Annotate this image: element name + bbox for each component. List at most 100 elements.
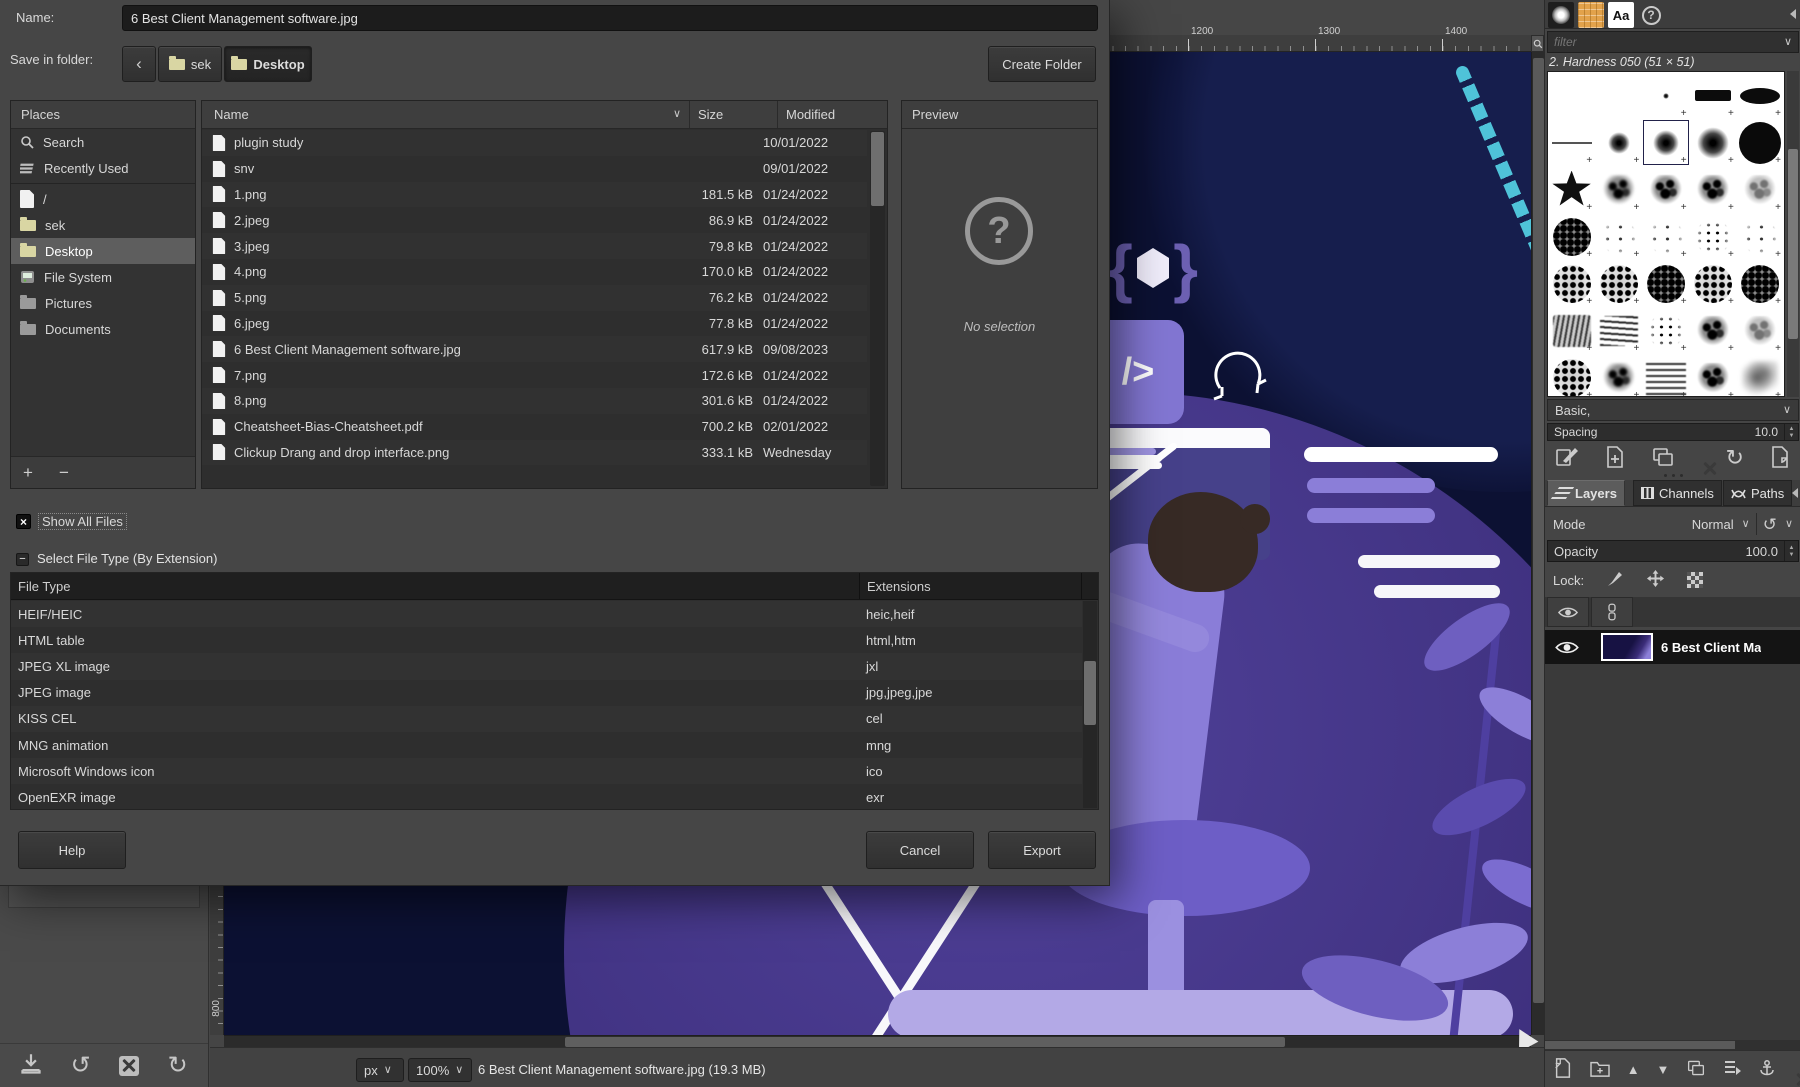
show-all-files-label[interactable]: Show All Files — [38, 513, 127, 530]
chevron-left-icon[interactable] — [1787, 488, 1798, 498]
brush-swatch[interactable] — [1737, 72, 1784, 119]
duplicate-brush-icon[interactable] — [1651, 446, 1675, 471]
brush-filter-input[interactable] — [1548, 35, 1784, 49]
file-type-row[interactable]: JPEG XL imagejxl — [11, 653, 1082, 679]
layers-scroll-thumb[interactable] — [1545, 1041, 1735, 1049]
duplicate-layer-icon[interactable] — [1686, 1059, 1706, 1080]
place-item-search[interactable]: Search — [11, 129, 195, 155]
hscroll-thumb[interactable] — [565, 1037, 1285, 1047]
file-type-expander[interactable]: − — [16, 553, 29, 566]
spacing-slider[interactable]: Spacing 10.0 ▲▼ — [1547, 423, 1799, 441]
brush-swatch[interactable] — [1690, 213, 1737, 260]
brush-swatch[interactable] — [1690, 72, 1737, 119]
brush-scroll-thumb[interactable] — [1788, 149, 1798, 339]
dock-drag-handle[interactable] — [1545, 474, 1800, 478]
layer-thumbnail[interactable] — [1601, 633, 1653, 661]
lock-alpha-icon[interactable] — [1687, 572, 1703, 588]
place-item-filesystem[interactable]: File System — [11, 264, 195, 290]
delete-icon[interactable] — [119, 1056, 139, 1076]
redo-icon[interactable]: ↻ — [168, 1054, 188, 1078]
opacity-slider[interactable]: Opacity 100.0 ▲▼ — [1547, 540, 1799, 562]
brush-swatch[interactable] — [1595, 213, 1642, 260]
layers-hscrollbar[interactable] — [1545, 1040, 1800, 1050]
brush-swatch[interactable] — [1737, 307, 1784, 354]
file-row[interactable]: snv09/01/2022 — [202, 156, 867, 182]
unit-dropdown[interactable]: px∨ — [356, 1058, 404, 1082]
anchor-layer-icon[interactable] — [1758, 1059, 1776, 1080]
save-tool-preset-icon[interactable] — [20, 1053, 42, 1078]
brush-swatch[interactable] — [1737, 260, 1784, 307]
brush-swatch[interactable] — [1690, 260, 1737, 307]
add-place-button[interactable]: + — [23, 463, 33, 483]
column-extensions[interactable]: Extensions — [860, 573, 1082, 599]
brush-swatch[interactable] — [1690, 166, 1737, 213]
brush-swatch[interactable] — [1548, 72, 1595, 119]
file-row[interactable]: 6.jpeg77.8 kB01/24/2022 — [202, 311, 867, 337]
canvas-hscrollbar[interactable] — [224, 1035, 1531, 1047]
file-row[interactable]: 5.png76.2 kB01/24/2022 — [202, 285, 867, 311]
file-row[interactable]: 4.png170.0 kB01/24/2022 — [202, 259, 867, 285]
file-type-row[interactable]: HTML tablehtml,htm — [11, 627, 1082, 653]
new-group-icon[interactable] — [1590, 1059, 1610, 1080]
brush-grid[interactable] — [1547, 71, 1785, 397]
lower-layer-icon[interactable]: ▼ — [1657, 1062, 1670, 1077]
brush-swatch[interactable] — [1737, 166, 1784, 213]
remove-place-button[interactable]: − — [59, 463, 69, 483]
open-brush-icon[interactable] — [1769, 446, 1791, 471]
place-item-recent[interactable]: Recently Used — [11, 155, 195, 181]
merge-layer-icon[interactable] — [1723, 1059, 1741, 1080]
file-row[interactable]: 2.jpeg86.9 kB01/24/2022 — [202, 207, 867, 233]
brush-swatch[interactable] — [1595, 119, 1642, 166]
column-modified[interactable]: Modified — [777, 101, 887, 128]
place-item-home[interactable]: sek — [11, 212, 195, 238]
chevron-down-icon[interactable]: ∨ — [1785, 519, 1793, 530]
brush-swatch[interactable] — [1737, 354, 1784, 397]
cancel-button[interactable]: Cancel — [866, 831, 974, 869]
layer-row[interactable]: 6 Best Client Ma — [1545, 630, 1800, 664]
file-type-row[interactable]: MNG animationmng — [11, 732, 1082, 758]
chevron-left-icon[interactable] — [1785, 9, 1796, 19]
layer-list-empty[interactable] — [1545, 664, 1800, 1040]
file-type-row[interactable]: OpenEXR imageexr — [11, 784, 1082, 810]
file-type-expander-label[interactable]: Select File Type (By Extension) — [37, 551, 217, 566]
brush-swatch[interactable] — [1595, 72, 1642, 119]
breadcrumb-back-button[interactable]: ‹ — [122, 46, 156, 82]
visibility-column[interactable] — [1547, 597, 1589, 627]
brush-swatch[interactable] — [1690, 307, 1737, 354]
mode-value[interactable]: Normal — [1692, 517, 1734, 532]
zoom-follow-window-icon[interactable] — [1531, 35, 1544, 52]
file-row[interactable]: plugin study10/01/2022 — [202, 130, 867, 156]
lock-position-icon[interactable] — [1646, 569, 1665, 591]
edit-brush-icon[interactable] — [1555, 446, 1579, 471]
tab-fonts[interactable]: Aa — [1608, 2, 1634, 28]
refresh-brushes-icon[interactable]: ↻ — [1725, 447, 1743, 469]
spacing-stepper[interactable]: ▲▼ — [1784, 424, 1798, 440]
new-brush-icon[interactable] — [1604, 446, 1626, 471]
place-item-documents[interactable]: Documents — [11, 316, 195, 342]
tab-patterns[interactable] — [1578, 2, 1604, 28]
show-all-files-checkbox[interactable]: × — [16, 514, 31, 529]
place-item-desktop[interactable]: Desktop — [11, 238, 195, 264]
place-item-root[interactable]: / — [11, 186, 195, 212]
tab-brushes[interactable] — [1548, 2, 1574, 28]
raise-layer-icon[interactable]: ▲ — [1627, 1062, 1640, 1077]
file-row[interactable]: Clickup Drang and drop interface.png333.… — [202, 440, 867, 466]
place-item-pictures[interactable]: Pictures — [11, 290, 195, 316]
export-button[interactable]: Export — [988, 831, 1096, 869]
brush-swatch[interactable] — [1642, 260, 1689, 307]
file-type-row[interactable]: KISS CELcel — [11, 706, 1082, 732]
tab-channels[interactable]: Channels — [1633, 480, 1722, 506]
layer-name[interactable]: 6 Best Client Ma — [1661, 640, 1761, 655]
brush-swatch[interactable] — [1642, 307, 1689, 354]
brush-swatch[interactable] — [1595, 307, 1642, 354]
brush-swatch[interactable] — [1548, 307, 1595, 354]
brush-scrollbar[interactable] — [1787, 71, 1799, 397]
file-row[interactable]: Cheatsheet-Bias-Cheatsheet.pdf700.2 kB02… — [202, 414, 867, 440]
column-file-type[interactable]: File Type — [11, 573, 860, 599]
brush-swatch[interactable] — [1548, 260, 1595, 307]
brush-swatch[interactable] — [1690, 119, 1737, 166]
brush-swatch[interactable] — [1548, 213, 1595, 260]
file-type-scrollbar[interactable] — [1083, 601, 1097, 808]
chevron-down-icon[interactable]: ∨ — [1742, 519, 1750, 530]
brush-swatch[interactable] — [1548, 166, 1595, 213]
